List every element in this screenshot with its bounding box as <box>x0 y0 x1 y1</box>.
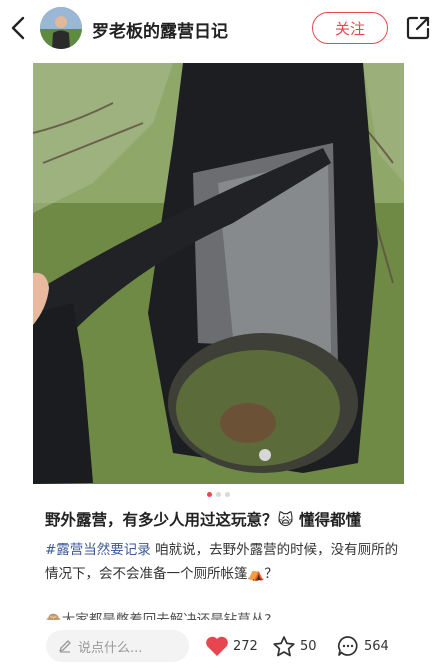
carousel-dot-active <box>207 492 212 497</box>
post-body: #露营当然要记录 咱就说，去野外露营的时候，没有厕所的情况下，会不会准备一个厕所… <box>45 538 405 586</box>
author-name[interactable]: 罗老板的露营日记 <box>92 17 228 42</box>
pencil-icon <box>59 640 71 653</box>
star-button[interactable]: 50 <box>272 630 317 662</box>
back-icon[interactable] <box>6 14 32 42</box>
comment-input[interactable]: 说点什么... <box>46 630 189 662</box>
carousel-indicator <box>0 492 437 497</box>
comment-count: 564 <box>364 638 389 654</box>
post-title: 野外露营，有多少人用过这玩意？🙀 懂得都懂 <box>45 511 362 529</box>
carousel-dot <box>225 492 230 497</box>
star-icon <box>273 635 295 656</box>
post-photo[interactable] <box>33 63 404 484</box>
comment-placeholder: 说点什么... <box>78 640 143 656</box>
share-icon[interactable] <box>404 14 432 42</box>
heart-icon <box>206 636 228 656</box>
top-bar: 罗老板的露营日记 关注 <box>0 0 437 58</box>
star-count: 50 <box>300 638 317 654</box>
like-button[interactable]: 272 <box>205 630 258 662</box>
avatar[interactable] <box>40 7 82 49</box>
carousel-dot <box>216 492 221 497</box>
like-count: 272 <box>233 638 258 654</box>
comment-icon <box>337 636 358 656</box>
comment-count-button[interactable]: 564 <box>336 630 389 662</box>
follow-button[interactable]: 关注 <box>312 12 388 44</box>
bottom-bar: 说点什么... 272 50 564 <box>0 620 437 671</box>
hashtag-link[interactable]: #露营当然要记录 <box>45 542 151 558</box>
